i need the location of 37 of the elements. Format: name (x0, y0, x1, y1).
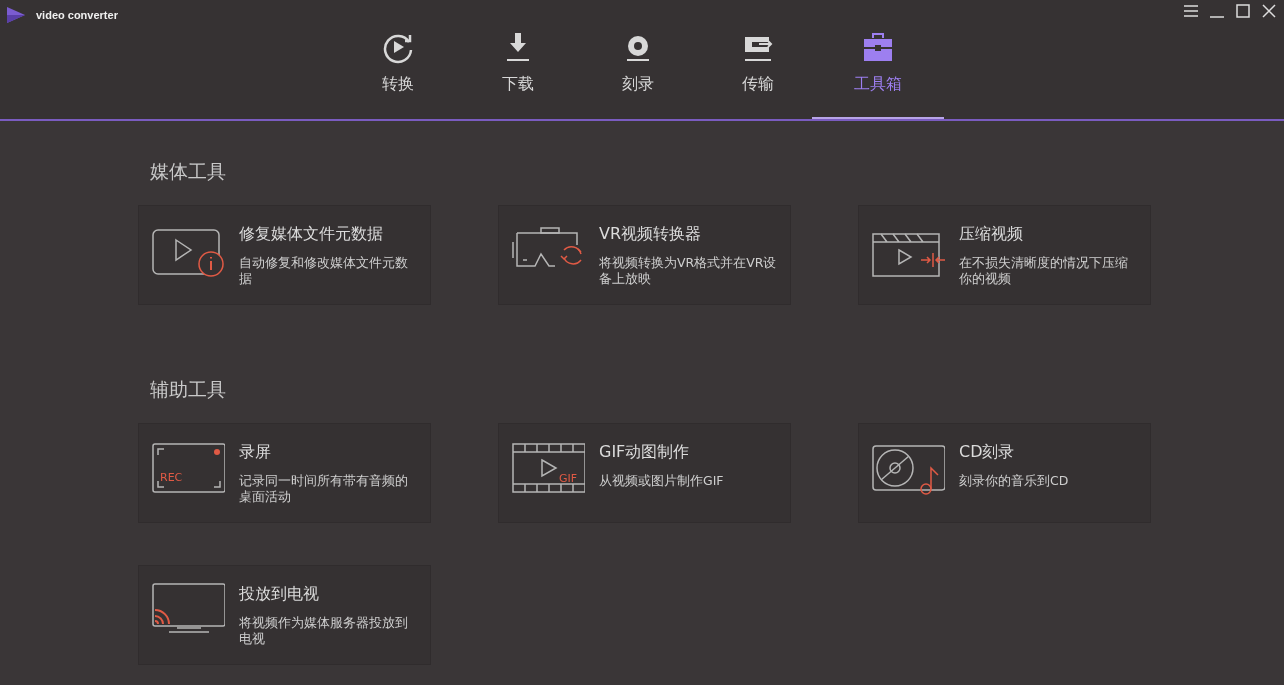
tool-card[interactable]: VR视频转换器 将视频转换为VR格式并在VR设备上放映 (498, 205, 791, 305)
tool-card[interactable]: 投放到电视 将视频作为媒体服务器投放到电视 (138, 565, 431, 665)
tool-title: 投放到电视 (239, 584, 320, 605)
nav-tab[interactable]: 刻录 (578, 0, 698, 117)
tool-description: 将视频转换为VR格式并在VR设备上放映 (599, 255, 777, 287)
app-title: video converter (36, 9, 118, 21)
toolbox-icon (861, 30, 895, 64)
tool-card[interactable]: 修复媒体文件元数据 自动修复和修改媒体文件元数据 (138, 205, 431, 305)
tool-card[interactable]: 压缩视频 在不损失清晰度的情况下压缩你的视频 (858, 205, 1151, 305)
close-icon (1262, 4, 1276, 18)
tool-description: 在不损失清晰度的情况下压缩你的视频 (959, 255, 1129, 287)
logo-icon (6, 6, 26, 24)
tool-title: CD刻录 (959, 442, 1016, 463)
tool-title: VR视频转换器 (599, 224, 703, 245)
tool-title: 压缩视频 (959, 224, 1024, 245)
maximize-icon (1236, 4, 1250, 18)
tool-description: 刻录你的音乐到CD (959, 473, 1070, 489)
tool-description: 自动修复和修改媒体文件元数据 (239, 255, 409, 287)
tool-title: 录屏 (239, 442, 272, 463)
tool-description: 记录同一时间所有带有音频的桌面活动 (239, 473, 409, 505)
minimize-icon (1210, 16, 1224, 18)
tool-card[interactable]: GIF GIF动图制作 从视频或图片制作GIF (498, 423, 791, 523)
tool-description: 将视频作为媒体服务器投放到电视 (239, 615, 409, 647)
tool-title: 修复媒体文件元数据 (239, 224, 384, 245)
nav-tab[interactable]: 转换 (338, 0, 458, 117)
close-button[interactable] (1260, 2, 1278, 20)
menu-icon (1184, 5, 1198, 17)
tool-description: 从视频或图片制作GIF (599, 473, 725, 489)
tool-title: GIF动图制作 (599, 442, 691, 463)
menu-button[interactable] (1182, 2, 1200, 20)
section-title: 辅助工具 (150, 377, 227, 402)
tool-card[interactable]: CD刻录 刻录你的音乐到CD (858, 423, 1151, 523)
section-title: 媒体工具 (150, 159, 227, 184)
tool-card[interactable]: REC 录屏 记录同一时间所有带有音频的桌面活动 (138, 423, 431, 523)
maximize-button[interactable] (1234, 2, 1252, 20)
nav-tab[interactable]: 传输 (698, 0, 818, 117)
nav-tab[interactable]: 下载 (458, 0, 578, 117)
